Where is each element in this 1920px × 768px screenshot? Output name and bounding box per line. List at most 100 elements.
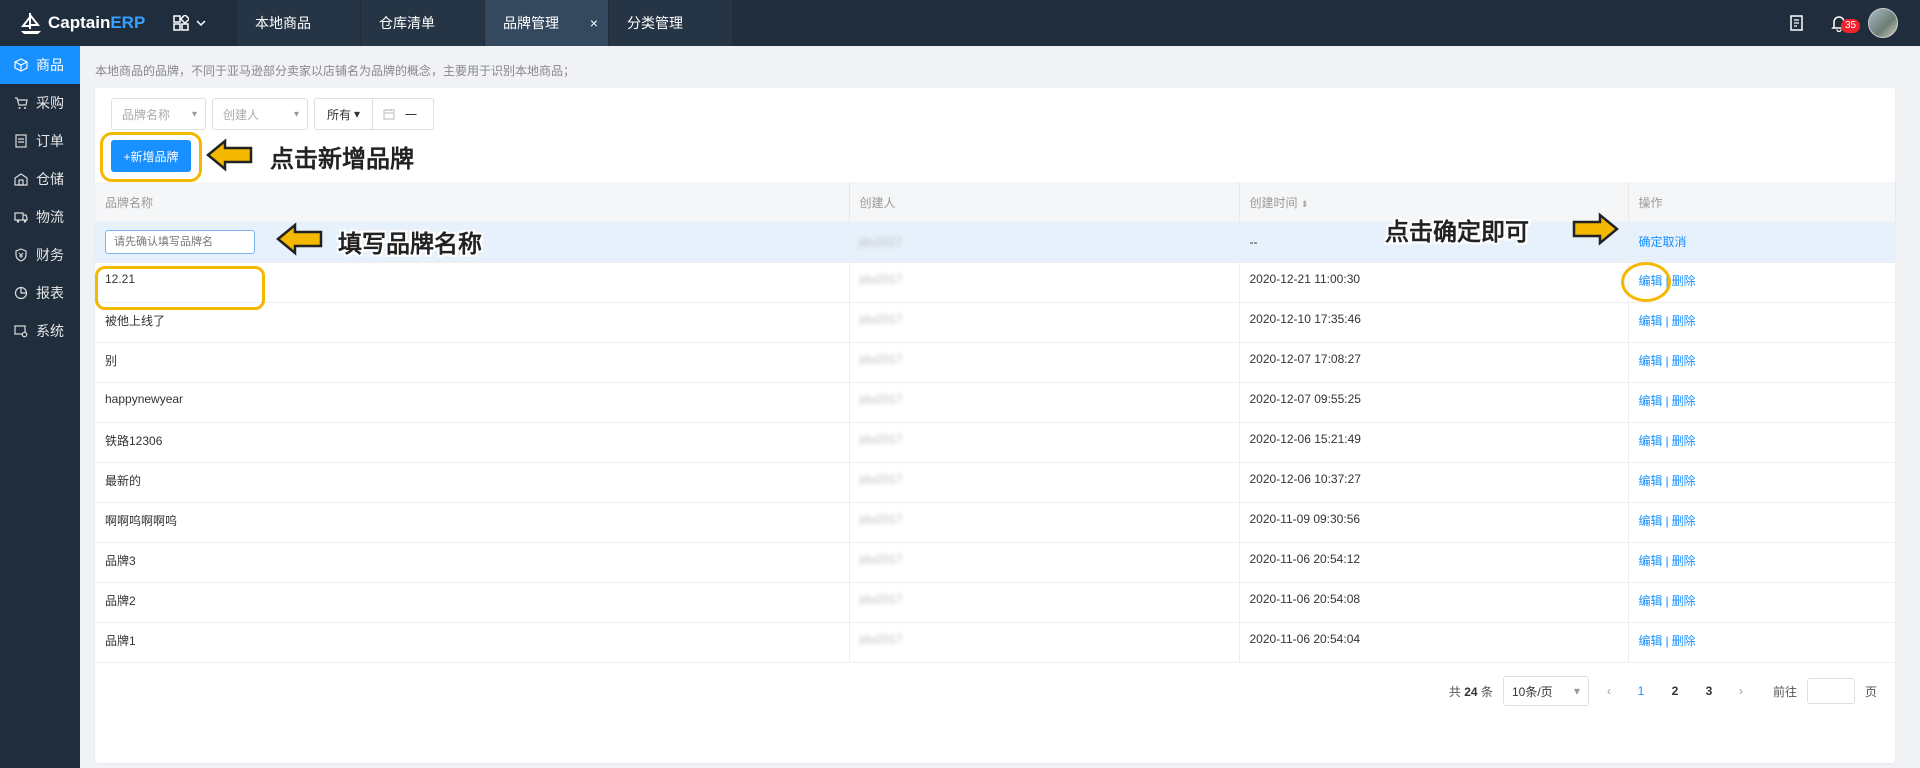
brand-name-input[interactable] [105, 229, 255, 254]
column-creator: 创建人 [849, 182, 1240, 222]
arrow-left-icon [276, 222, 323, 256]
arrow-right-icon [1572, 212, 1619, 246]
top-bar: Captain ERP 本地商品 仓库清单 品牌管理 × 分类管理 35 [0, 0, 1920, 46]
cell-creator: jdu2017 [849, 382, 1240, 423]
cell-creator: jdu2017 [849, 342, 1240, 383]
edit-link[interactable]: 编辑 [1639, 554, 1663, 568]
delete-link[interactable]: 删除 [1672, 474, 1696, 488]
page-tabs: 本地商品 仓库清单 品牌管理 × 分类管理 [237, 0, 733, 46]
delete-link[interactable]: 删除 [1672, 514, 1696, 528]
arrow-left-icon [206, 138, 253, 172]
column-actions: 操作 [1628, 182, 1896, 222]
delete-link[interactable]: 删除 [1672, 594, 1696, 608]
edit-link[interactable]: 编辑 [1639, 314, 1663, 328]
app-switcher[interactable] [165, 0, 237, 46]
cancel-link[interactable]: 取消 [1663, 235, 1687, 249]
edit-link[interactable]: 编辑 [1639, 514, 1663, 528]
tab-label: 本地商品 [255, 15, 311, 31]
delete-link[interactable]: 删除 [1672, 634, 1696, 648]
delete-link[interactable]: 删除 [1672, 354, 1696, 368]
action-separator: | [1665, 313, 1669, 328]
goto-page-input[interactable] [1806, 678, 1855, 704]
delete-link[interactable]: 删除 [1672, 394, 1696, 408]
edit-link[interactable]: 编辑 [1639, 634, 1663, 648]
edit-link[interactable]: 编辑 [1639, 354, 1663, 368]
prev-page-icon[interactable]: ‹ [1599, 684, 1619, 698]
notification-button[interactable]: 35 [1818, 14, 1861, 33]
cell-created: 2020-11-06 20:54:08 [1239, 582, 1629, 623]
cell-actions: 编辑 | 删除 [1628, 382, 1896, 423]
confirm-link[interactable]: 确定 [1639, 235, 1663, 249]
apps-grid-icon [173, 15, 189, 31]
sidebar-item-orders[interactable]: 订单 [0, 122, 80, 160]
total-suffix: 条 [1480, 684, 1493, 699]
creator-value: jdu2017 [859, 551, 903, 566]
sidebar-item-label: 报表 [36, 285, 64, 301]
cell-brand-name: 品牌1 [95, 622, 850, 663]
action-separator: | [1665, 473, 1669, 488]
top-right-tools: 35 [1776, 0, 1920, 46]
edit-link[interactable]: 编辑 [1639, 594, 1663, 608]
input-highlight [95, 266, 265, 310]
sidebar-item-finance[interactable]: 财务 [0, 236, 80, 274]
page-size-select[interactable]: 10条/页 ▾ [1502, 676, 1589, 706]
sidebar-item-system[interactable]: 系统 [0, 312, 80, 350]
sidebar-item-purchase[interactable]: 采购 [0, 84, 80, 122]
goto-prefix: 前往 [1772, 684, 1797, 699]
delete-link[interactable]: 删除 [1672, 314, 1696, 328]
creator-value: jdu2017 [859, 471, 903, 486]
brand-name-filter[interactable]: 品牌名称 ▾ [111, 98, 206, 130]
cell-creator: jdu2017 [849, 582, 1240, 623]
page-3[interactable]: 3 [1697, 684, 1721, 698]
edit-link[interactable]: 编辑 [1639, 394, 1663, 408]
delete-link[interactable]: 删除 [1672, 434, 1696, 448]
tab-category-management[interactable]: 分类管理 [609, 0, 732, 46]
creator-value: jdu2017 [859, 234, 903, 249]
cell-creator: jdu2017 [849, 222, 1240, 263]
tab-label: 分类管理 [627, 15, 683, 31]
date-scope-select[interactable]: 所有 ▾ [315, 99, 373, 129]
tab-local-goods[interactable]: 本地商品 [237, 0, 360, 46]
table-row: happynewyear jdu2017 2020-12-07 09:55:25 编辑… [95, 382, 1896, 423]
sidebar-item-warehouse[interactable]: 仓储 [0, 160, 80, 198]
sidebar-item-label: 系统 [36, 323, 64, 339]
add-brand-button[interactable]: +新增品牌 [111, 140, 191, 172]
cell-brand-name: 啊啊呜啊啊呜 [95, 502, 850, 543]
action-separator: | [1665, 553, 1669, 568]
edit-link[interactable]: 编辑 [1639, 474, 1663, 488]
cell-created: 2020-12-10 17:35:46 [1239, 302, 1629, 343]
page-1[interactable]: 1 [1629, 684, 1653, 698]
avatar[interactable] [1868, 8, 1898, 38]
sidebar-item-goods[interactable]: 商品 [0, 46, 80, 84]
cart-icon [15, 97, 28, 109]
page-2[interactable]: 2 [1663, 684, 1687, 698]
creator-value: jdu2017 [859, 271, 903, 286]
notes-button[interactable] [1776, 14, 1818, 32]
close-icon[interactable]: × [590, 15, 598, 31]
sort-icon[interactable]: ⬍ [1301, 199, 1309, 209]
app-logo[interactable]: Captain ERP [0, 0, 165, 46]
next-page-icon[interactable]: › [1731, 684, 1751, 698]
sidebar-item-label: 订单 [36, 133, 64, 149]
cell-creator: jdu2017 [849, 542, 1240, 583]
cell-creator: jdu2017 [849, 462, 1240, 503]
delete-link[interactable]: 删除 [1672, 554, 1696, 568]
sidebar-item-label: 采购 [36, 95, 64, 111]
sidebar-item-reports[interactable]: 报表 [0, 274, 80, 312]
table-row: 啊啊呜啊啊呜 jdu2017 2020-11-09 09:30:56 编辑 | 删除 [95, 502, 1896, 543]
filter-bar: 品牌名称 ▾ 创建人 ▾ 所有 ▾ 一 [111, 98, 434, 130]
column-brand-name: 品牌名称 [95, 182, 850, 222]
sidebar-item-label: 财务 [36, 247, 64, 263]
finance-icon [15, 248, 27, 262]
confirm-highlight [1621, 262, 1671, 302]
creator-filter[interactable]: 创建人 ▾ [212, 98, 308, 130]
delete-link[interactable]: 删除 [1672, 274, 1696, 288]
sidebar-item-logistics[interactable]: 物流 [0, 198, 80, 236]
creator-value: jdu2017 [859, 631, 903, 646]
cell-created: 2020-12-06 10:37:27 [1239, 462, 1629, 503]
chevron-down-icon: ▾ [293, 108, 299, 120]
edit-link[interactable]: 编辑 [1639, 434, 1663, 448]
tab-warehouse-list[interactable]: 仓库清单 [361, 0, 484, 46]
date-range-picker[interactable]: 一 [373, 99, 433, 129]
tab-brand-management[interactable]: 品牌管理 × [485, 0, 608, 46]
